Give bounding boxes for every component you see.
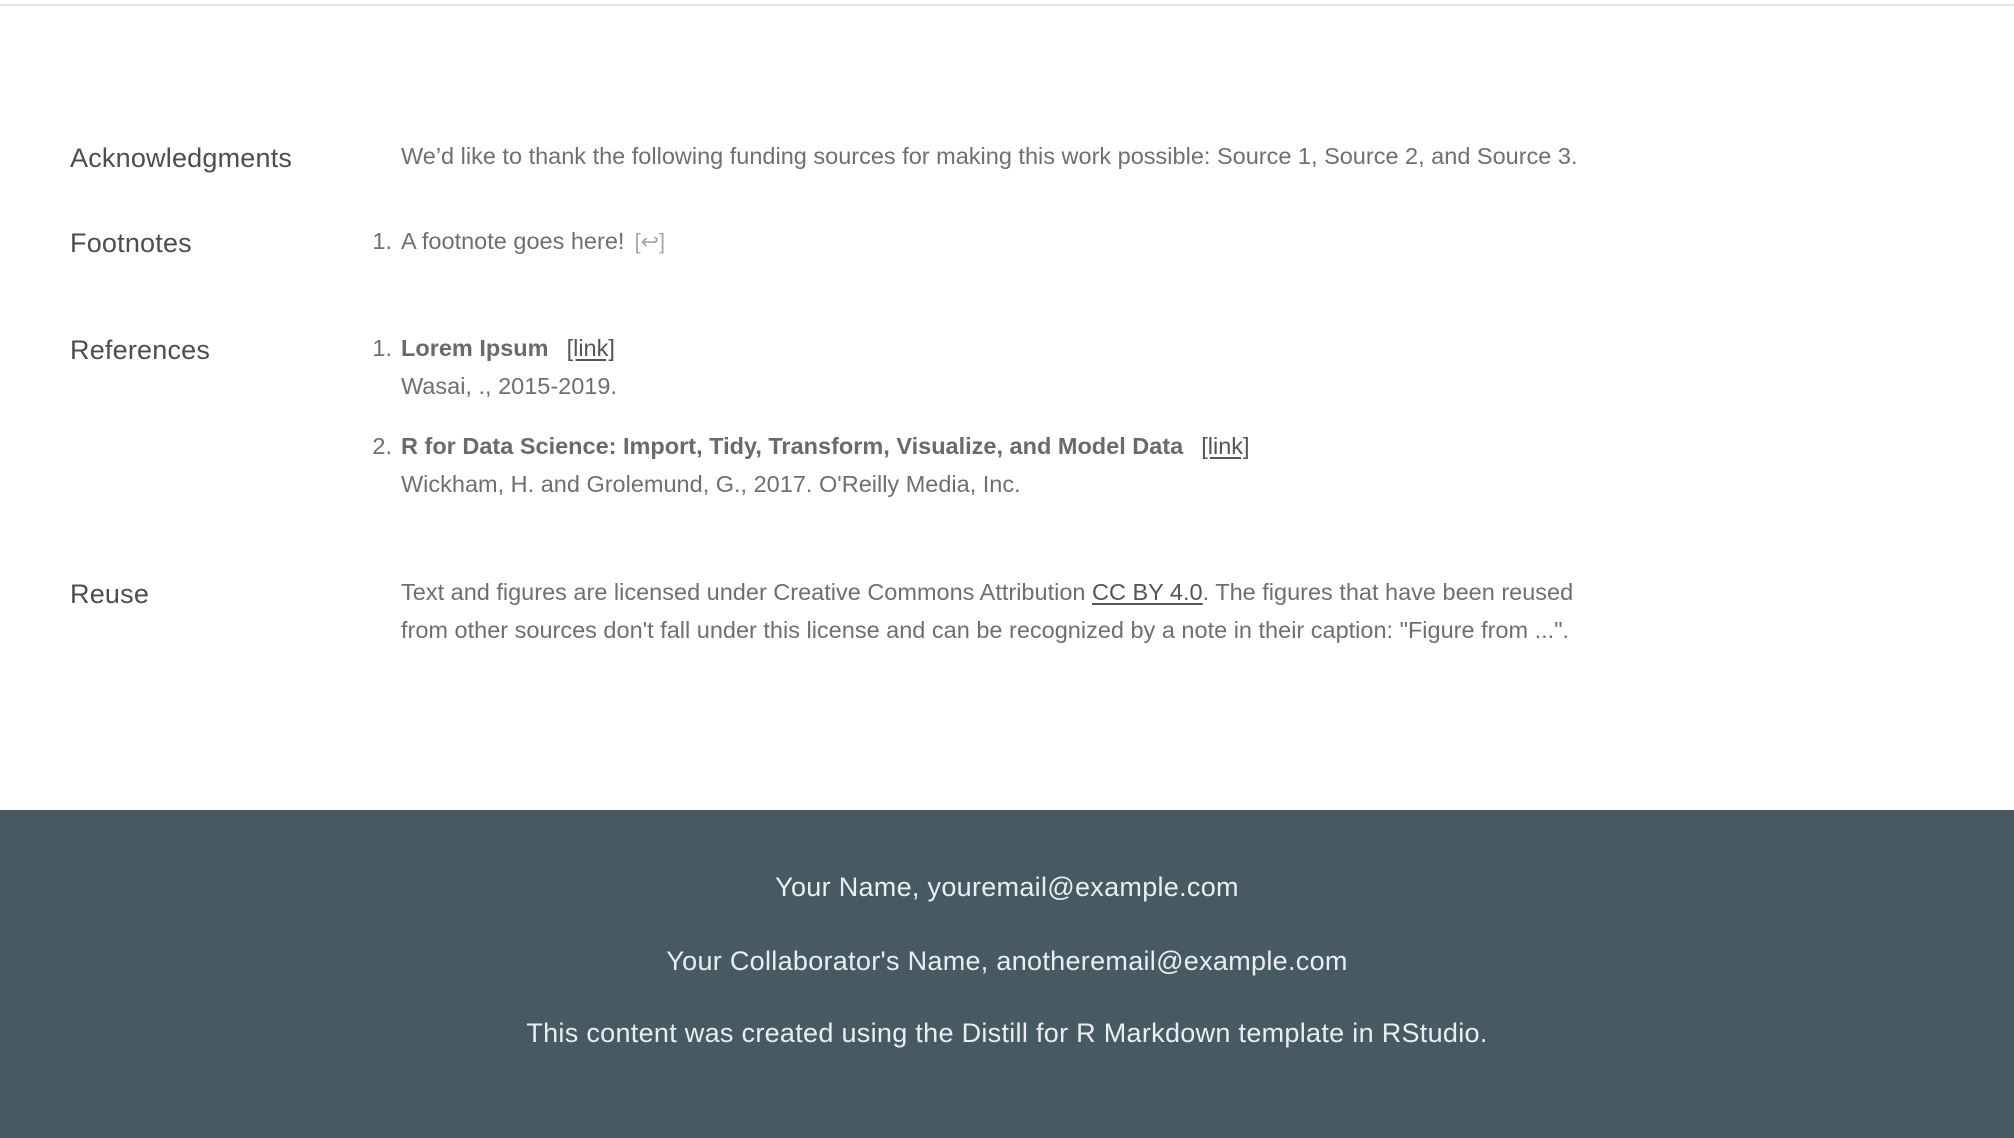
reference-link[interactable]: [link] — [1201, 433, 1249, 459]
reference-number: 2. — [372, 433, 392, 459]
page: Acknowledgments We’d like to thank the f… — [0, 0, 2014, 1138]
reuse-text-line1: Text and figures are licensed under Crea… — [401, 573, 1573, 611]
reference-details: Wasai, ., 2015-2019. — [401, 373, 617, 399]
reference-item-title-line: R for Data Science: Import, Tidy, Transf… — [401, 427, 1250, 465]
reuse-text-after: . The figures that have been reused — [1202, 579, 1574, 605]
footnote-backref-link[interactable]: [↩] — [634, 229, 665, 254]
footer-credit-line: This content was created using the Disti… — [526, 1018, 1488, 1048]
reference-item-title-line: Lorem Ipsum [link] — [401, 329, 615, 367]
reuse-text-line2: from other sources don't fall under this… — [401, 617, 1570, 643]
footnote-number: 1. — [372, 228, 392, 254]
reuse-text-before: Text and figures are licensed under Crea… — [401, 579, 1092, 605]
footnote-item: A footnote goes here! [↩] — [401, 222, 665, 261]
appendix: Acknowledgments We’d like to thank the f… — [0, 0, 2014, 810]
reference-details: Wickham, H. and Grolemund, G., 2017. O'R… — [401, 471, 1021, 497]
reference-title: R for Data Science: Import, Tidy, Transf… — [401, 433, 1184, 459]
license-link[interactable]: CC BY 4.0 — [1092, 579, 1203, 605]
site-footer: Your Name, youremail@example.com Your Co… — [0, 810, 2014, 1138]
reference-link[interactable]: [link] — [567, 335, 615, 361]
footer-author-line: Your Name, youremail@example.com — [775, 872, 1239, 902]
references-heading: References — [70, 335, 211, 365]
acknowledgments-text: We’d like to thank the following funding… — [401, 143, 1578, 169]
footnote-text: A footnote goes here! — [401, 228, 625, 254]
acknowledgments-heading: Acknowledgments — [70, 143, 293, 173]
footnotes-heading: Footnotes — [70, 228, 192, 258]
footer-collaborator-line: Your Collaborator's Name, anotheremail@e… — [666, 946, 1348, 976]
reference-title: Lorem Ipsum — [401, 335, 549, 361]
reuse-heading: Reuse — [70, 579, 150, 609]
reference-number: 1. — [372, 335, 392, 361]
